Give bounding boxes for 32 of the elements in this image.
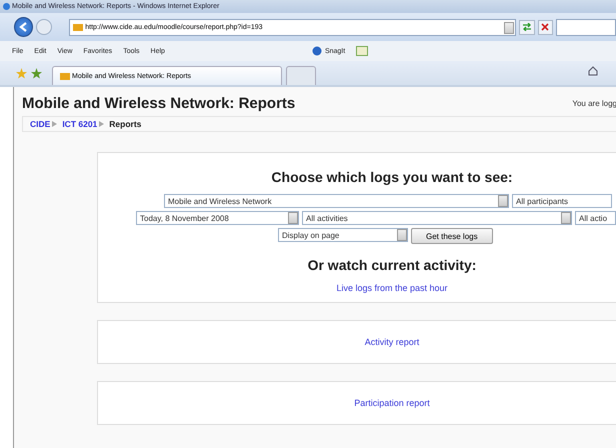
add-favorite-icon[interactable] [31,68,42,78]
live-logs-link[interactable]: Live logs from the past hour [336,283,448,293]
action-select[interactable]: All actio [575,211,616,225]
report-link[interactable]: Participation report [354,398,430,408]
refresh-arrows-icon [522,23,532,31]
breadcrumb-separator-icon [52,121,58,127]
get-logs-button[interactable]: Get these logs [411,228,493,244]
date-select[interactable]: Today, 8 November 2008 [136,211,299,225]
browser-tab[interactable] [286,66,316,85]
favorites-star-icon[interactable] [16,68,27,78]
breadcrumb-item[interactable]: CIDE [30,119,50,129]
section-heading: Choose which logs you want to see: [271,169,513,185]
site-icon [73,24,84,30]
page-title: Mobile and Wireless Network: Reports [22,95,296,112]
display-select[interactable]: Display on page [278,228,408,242]
browser-icon [3,3,10,10]
course-select[interactable]: Mobile and Wireless Network [164,194,509,208]
section-heading: Or watch current activity: [308,257,476,273]
close-icon [541,23,550,31]
refresh-button[interactable] [519,20,535,34]
snagit-icon [312,46,322,56]
participants-select[interactable]: All participants [512,194,612,208]
stop-button[interactable] [538,20,554,34]
back-button[interactable] [14,17,34,37]
activity-select[interactable]: All activities [302,211,572,225]
report-link[interactable]: Activity report [364,337,420,347]
breadcrumb-separator-icon [99,121,104,127]
breadcrumb-item: Reports [109,119,142,129]
breadcrumb-item[interactable]: ICT 6201 [62,119,98,129]
search-field[interactable] [556,18,616,36]
home-icon[interactable] [588,66,598,76]
forward-button[interactable] [36,19,52,35]
